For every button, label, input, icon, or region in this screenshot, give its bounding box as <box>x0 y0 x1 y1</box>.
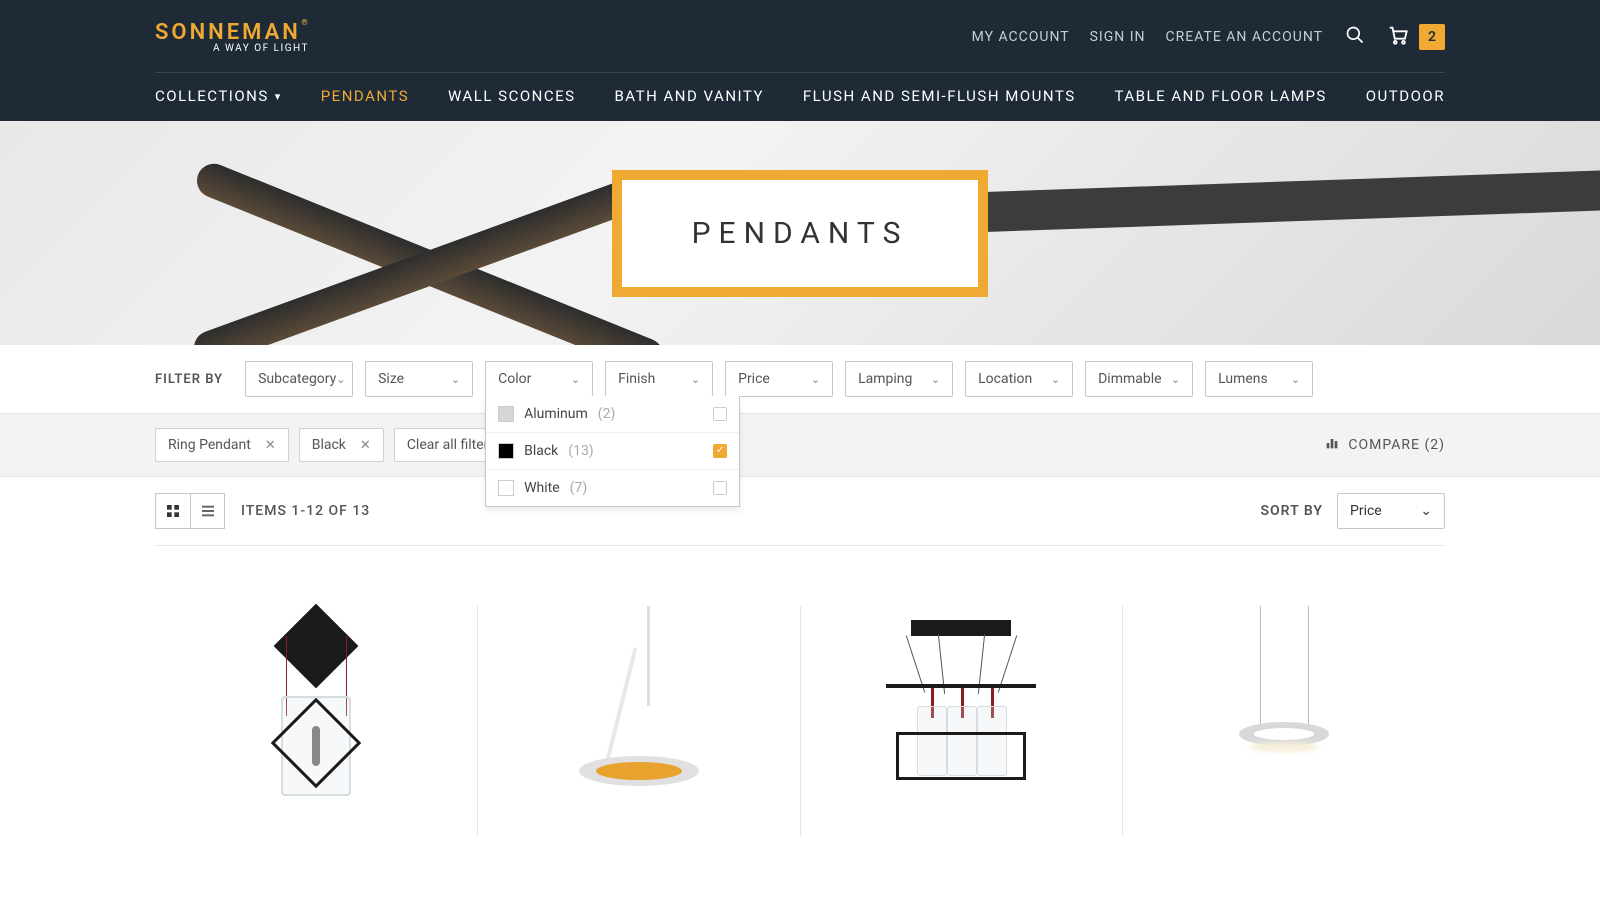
filter-lamping[interactable]: Lamping⌄ <box>845 361 953 397</box>
close-icon[interactable]: ✕ <box>265 438 276 453</box>
filter-dimmable[interactable]: Dimmable⌄ <box>1085 361 1193 397</box>
compare-link[interactable]: COMPARE (2) <box>1324 435 1445 455</box>
product-card[interactable] <box>155 606 478 836</box>
product-image <box>539 606 739 796</box>
color-swatch-icon <box>498 406 514 422</box>
product-image <box>861 606 1061 796</box>
checkbox-icon[interactable] <box>713 481 727 495</box>
hero-title-box: PENDANTS <box>612 170 989 297</box>
chevron-down-icon: ⌄ <box>691 373 700 386</box>
product-card[interactable] <box>801 606 1124 836</box>
chevron-down-icon: ⌄ <box>336 373 345 386</box>
color-option-aluminum[interactable]: Aluminum (2) <box>486 396 739 433</box>
view-toggle <box>155 493 225 529</box>
filter-by-label: FILTER BY <box>155 372 223 387</box>
trademark-icon: ® <box>302 18 311 27</box>
checkbox-icon[interactable] <box>713 407 727 421</box>
sign-in-link[interactable]: SIGN IN <box>1090 29 1146 45</box>
brand-logo[interactable]: SONNEMAN® A WAY OF LIGHT <box>155 20 309 54</box>
product-grid <box>155 546 1445 836</box>
main-nav: COLLECTIONS▾ PENDANTS WALL SCONCES BATH … <box>155 72 1445 121</box>
search-icon[interactable] <box>1345 25 1365 49</box>
color-swatch-icon <box>498 480 514 496</box>
color-option-black[interactable]: Black (13) <box>486 433 739 470</box>
color-option-white[interactable]: White (7) <box>486 470 739 506</box>
filter-price[interactable]: Price⌄ <box>725 361 833 397</box>
item-count: ITEMS 1-12 OF 13 <box>241 503 370 519</box>
cart-count-badge: 2 <box>1419 24 1445 50</box>
product-card[interactable] <box>478 606 801 836</box>
checkbox-checked-icon[interactable] <box>713 444 727 458</box>
active-filters-strip: Ring Pendant✕ Black✕ Clear all filters✕ … <box>0 413 1600 477</box>
create-account-link[interactable]: CREATE AN ACCOUNT <box>1166 29 1323 45</box>
nav-table-floor-lamps[interactable]: TABLE AND FLOOR LAMPS <box>1115 87 1327 105</box>
chevron-down-icon: ⌄ <box>1051 373 1060 386</box>
filter-bar: FILTER BY Subcategory⌄ Size⌄ Color⌄ Alum… <box>155 345 1445 413</box>
chevron-down-icon: ⌄ <box>1420 503 1432 519</box>
list-view-button[interactable] <box>190 494 224 528</box>
filter-finish[interactable]: Finish⌄ <box>605 361 713 397</box>
compare-icon <box>1324 435 1340 455</box>
filter-size[interactable]: Size⌄ <box>365 361 473 397</box>
filter-subcategory[interactable]: Subcategory⌄ <box>245 361 353 397</box>
chevron-down-icon: ▾ <box>275 90 282 103</box>
site-header: SONNEMAN® A WAY OF LIGHT MY ACCOUNT SIGN… <box>0 0 1600 121</box>
color-swatch-icon <box>498 443 514 459</box>
chevron-down-icon: ⌄ <box>451 373 460 386</box>
nav-collections[interactable]: COLLECTIONS▾ <box>155 87 282 105</box>
filter-location[interactable]: Location⌄ <box>965 361 1073 397</box>
nav-wall-sconces[interactable]: WALL SCONCES <box>448 87 576 105</box>
active-filter-black[interactable]: Black✕ <box>299 428 384 462</box>
cart-button[interactable]: 2 <box>1387 24 1445 50</box>
filter-lumens[interactable]: Lumens⌄ <box>1205 361 1313 397</box>
nav-outdoor[interactable]: OUTDOOR <box>1366 87 1445 105</box>
chevron-down-icon: ⌄ <box>1291 373 1300 386</box>
chevron-down-icon: ⌄ <box>571 373 580 386</box>
filter-color[interactable]: Color⌄ Aluminum (2) Black (13) White (7) <box>485 361 593 397</box>
chevron-down-icon: ⌄ <box>811 373 820 386</box>
product-image <box>216 606 416 796</box>
my-account-link[interactable]: MY ACCOUNT <box>972 29 1070 45</box>
listing-toolbar: ITEMS 1-12 OF 13 SORT BY Price⌄ <box>155 477 1445 546</box>
grid-view-button[interactable] <box>156 494 190 528</box>
product-card[interactable] <box>1123 606 1445 836</box>
nav-pendants[interactable]: PENDANTS <box>321 87 409 105</box>
sort-select[interactable]: Price⌄ <box>1337 493 1445 529</box>
hero-decoration <box>900 167 1600 235</box>
chevron-down-icon: ⌄ <box>1171 373 1180 386</box>
cart-icon <box>1387 24 1409 50</box>
page-title: PENDANTS <box>692 216 909 251</box>
brand-name: SONNEMAN <box>155 20 301 45</box>
nav-bath-vanity[interactable]: BATH AND VANITY <box>614 87 764 105</box>
close-icon[interactable]: ✕ <box>360 438 371 453</box>
sort-by-label: SORT BY <box>1260 503 1323 519</box>
product-image <box>1184 606 1384 796</box>
hero-banner: PENDANTS <box>0 121 1600 345</box>
color-dropdown-panel: Aluminum (2) Black (13) White (7) <box>485 396 740 507</box>
chevron-down-icon: ⌄ <box>931 373 940 386</box>
active-filter-ring-pendant[interactable]: Ring Pendant✕ <box>155 428 289 462</box>
nav-flush-mounts[interactable]: FLUSH AND SEMI-FLUSH MOUNTS <box>803 87 1076 105</box>
